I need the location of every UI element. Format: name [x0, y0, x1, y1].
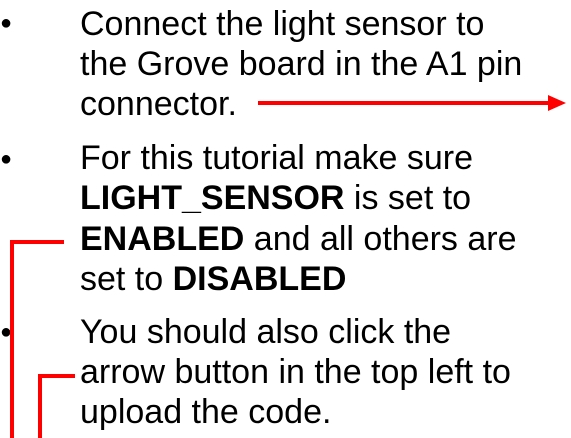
right-arrow-head [548, 95, 566, 111]
line-7: set to DISABLED [80, 259, 346, 299]
bullet-marker: ● [0, 12, 13, 34]
text-run: connector. [80, 85, 237, 123]
text-run: upload the code. [80, 393, 332, 431]
bullet-marker: ● [0, 148, 13, 170]
keyword-disabled: DISABLED [172, 260, 347, 298]
line-4: For this tutorial make sure [80, 138, 473, 178]
line-8: You should also click the [80, 312, 451, 352]
text-run: You should also click the [80, 313, 452, 351]
line-2: the Grove board in the A1 pin [80, 44, 522, 84]
bullet-marker: ● [0, 321, 13, 343]
keyword-enabled: ENABLED [80, 220, 245, 258]
line-9: arrow button in the top left to [80, 352, 511, 392]
line-1: Connect the light sensor to [80, 4, 484, 44]
keyword-light-sensor: LIGHT_SENSOR [80, 179, 345, 217]
line-10: upload the code. [80, 392, 331, 432]
text-run: is set to [344, 179, 472, 217]
text-run: the Grove board in the A1 pin [80, 45, 523, 83]
text-run: and all others are [244, 220, 517, 258]
text-run: Connect the light sensor to [80, 5, 485, 43]
enabled-connector-line [10, 240, 64, 438]
line-3: connector. [80, 84, 237, 124]
text-run: For this tutorial make sure [80, 139, 474, 177]
line-5: LIGHT_SENSOR is set to [80, 178, 471, 218]
text-run: set to [80, 260, 173, 298]
arrow-button-connector-line [38, 374, 75, 438]
line-6: ENABLED and all others are [80, 219, 517, 259]
text-run: arrow button in the top left to [80, 353, 511, 391]
